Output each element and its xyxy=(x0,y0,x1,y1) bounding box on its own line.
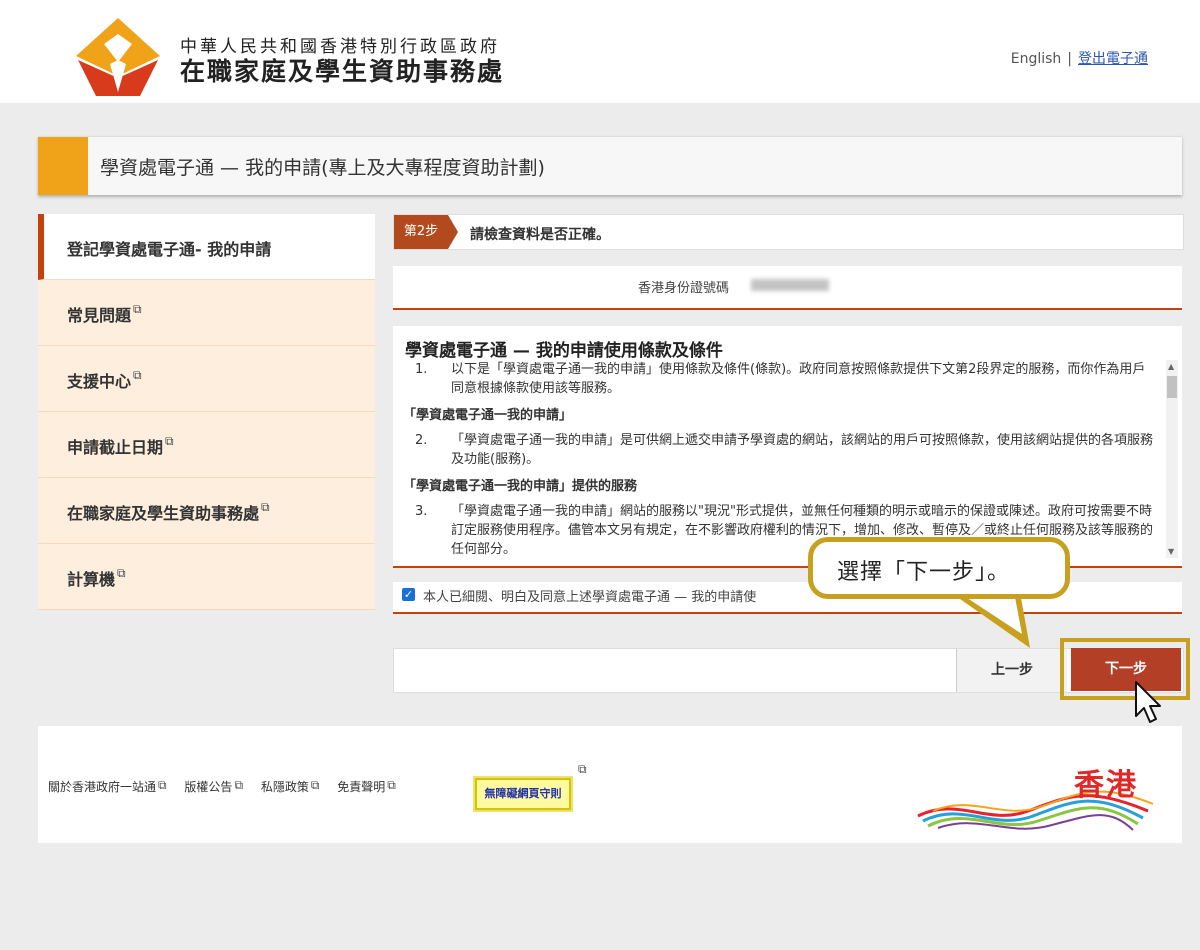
footer-link-privacy[interactable]: 私隱政策 ⧉ xyxy=(260,778,320,794)
external-link-icon: ⧉ xyxy=(310,778,320,792)
scroll-up-icon[interactable]: ▲ xyxy=(1168,362,1174,371)
paragraph-number: 2. xyxy=(415,433,428,448)
sidebar-item-label: 申請截止日期 xyxy=(67,438,164,457)
callout-tail xyxy=(950,592,1030,648)
step-arrow xyxy=(448,215,458,249)
scroll-down-icon[interactable]: ▼ xyxy=(1168,547,1174,556)
sidebar-item-label: 計算機 xyxy=(67,570,116,589)
brand-hong-kong-text: 香港 xyxy=(1074,768,1138,803)
hkid-redacted-value xyxy=(751,279,829,291)
sidebar-item-calculator[interactable]: 計算機 ⧉ xyxy=(38,544,375,610)
external-link-icon: ⧉ xyxy=(117,566,126,580)
top-header: 中華人民共和國香港特別行政區政府 在職家庭及學生資助事務處 English | 登出… xyxy=(0,0,1200,103)
footer: 關於香港政府一站通 ⧉ 版權公告 ⧉ 私隱政策 ⧉ 免責聲明 ⧉ 無障礙網頁守則 ⧉ 香… xyxy=(38,726,1182,843)
footer-link-label: 免責聲明 xyxy=(337,780,386,794)
terms-scroll-area[interactable]: 1. 以下是「學資處電子通一我的申請」使用條款及條件(條款)。政府同意按照條款提… xyxy=(403,360,1158,558)
terms-title: 學資處電子通 — 我的申請使用條款及條件 xyxy=(405,341,723,361)
paragraph-text: 「學資處電子通一我的申請」是可供網上遞交申請予學資處的網站，該網站的用戶可按照條… xyxy=(451,433,1154,467)
sidebar-item-wfsfaa[interactable]: 在職家庭及學生資助事務處 ⧉ xyxy=(38,478,375,544)
callout-text: 選擇「下一步」。 xyxy=(837,560,1011,585)
terms-panel: 學資處電子通 — 我的申請使用條款及條件 1. 以下是「學資處電子通一我的申請」… xyxy=(393,326,1182,568)
sidebar-item-label: 登記學資處電子通- 我的申請 xyxy=(67,240,272,259)
terms-paragraph: 2. 「學資處電子通一我的申請」是可供網上遞交申請予學資處的網站，該網站的用戶可… xyxy=(403,431,1158,469)
prev-step-button[interactable]: 上一步 xyxy=(956,649,1067,692)
sidebar-item-label: 在職家庭及學生資助事務處 xyxy=(67,504,260,523)
scrollbar-thumb[interactable] xyxy=(1167,376,1177,398)
footer-link-label: 版權公告 xyxy=(184,780,233,794)
footer-link-label: 關於香港政府一站通 xyxy=(48,780,157,794)
sidebar-item-register[interactable]: 登記學資處電子通- 我的申請 xyxy=(38,214,375,280)
sidebar-item-deadline[interactable]: 申請截止日期 ⧉ xyxy=(38,412,375,478)
external-link-icon: ⧉ xyxy=(387,778,396,792)
sidebar: 登記學資處電子通- 我的申請 常見問題 ⧉ 支援中心 ⧉ 申請截止日期 ⧉ 在職家庭及… xyxy=(38,214,375,610)
agree-label: 本人已細閱、明白及同意上述學資處電子通 — 我的申請使 xyxy=(423,590,757,605)
sidebar-item-label: 支援中心 xyxy=(67,372,132,391)
step-badge: 第2步 xyxy=(394,215,448,249)
sidebar-item-support[interactable]: 支援中心 ⧉ xyxy=(38,346,375,412)
external-link-icon: ⧉ xyxy=(578,762,587,776)
paragraph-text: 以下是「學資處電子通一我的申請」使用條款及條件(條款)。政府同意按照條款提供下文… xyxy=(451,362,1146,396)
footer-link-label: 私隱政策 xyxy=(260,780,309,794)
sidebar-item-label: 常見問題 xyxy=(67,306,132,325)
terms-subheading: 「學資處電子通一我的申請」提供的服務 xyxy=(403,479,638,494)
english-link[interactable]: English xyxy=(1011,51,1062,67)
top-links: English | 登出電子通 xyxy=(1011,48,1148,68)
wfsfaa-logo-icon xyxy=(76,18,160,96)
footer-link-govhk[interactable]: 關於香港政府一站通 ⧉ xyxy=(48,778,167,794)
next-step-button[interactable]: 下一步 xyxy=(1071,648,1181,691)
org-name: 在職家庭及學生資助事務處 xyxy=(180,57,505,86)
external-link-icon: ⧉ xyxy=(158,778,167,792)
step-indicator: 第2步 請檢查資料是否正確。 xyxy=(393,214,1184,250)
logout-link[interactable]: 登出電子通 xyxy=(1078,51,1148,67)
external-link-icon: ⧉ xyxy=(165,434,174,448)
external-link-icon: ⧉ xyxy=(234,778,244,792)
step-instruction: 請檢查資料是否正確。 xyxy=(470,227,610,243)
paragraph-number: 1. xyxy=(415,362,428,377)
banner-accent xyxy=(38,137,88,195)
hkid-label: 香港身份證號碼 xyxy=(638,281,730,296)
terms-scrollbar[interactable]: ▲ ▼ xyxy=(1166,360,1178,558)
external-link-icon: ⧉ xyxy=(133,368,142,382)
terms-paragraph: 1. 以下是「學資處電子通一我的申請」使用條款及條件(條款)。政府同意按照條款提… xyxy=(403,360,1158,398)
external-link-icon: ⧉ xyxy=(133,302,142,316)
accessibility-badge[interactable]: 無障礙網頁守則 xyxy=(475,778,571,810)
link-separator: | xyxy=(1067,51,1072,67)
footer-links: 關於香港政府一站通 ⧉ 版權公告 ⧉ 私隱政策 ⧉ 免責聲明 ⧉ xyxy=(48,778,410,795)
page-title: 學資處電子通 — 我的申請(專上及大專程度資助計劃) xyxy=(100,157,545,179)
mouse-cursor-icon xyxy=(1135,681,1161,723)
terms-subheading: 「學資處電子通一我的申請」 xyxy=(403,408,573,423)
agree-checkbox[interactable]: ✓ xyxy=(402,588,415,601)
external-link-icon: ⧉ xyxy=(261,500,270,514)
page-banner: 學資處電子通 — 我的申請(專上及大專程度資助計劃) xyxy=(38,136,1182,195)
instruction-callout: 選擇「下一步」。 xyxy=(808,537,1070,599)
footer-link-disclaimer[interactable]: 免責聲明 ⧉ xyxy=(337,778,396,794)
hkid-row: 香港身份證號碼 xyxy=(393,266,1182,310)
sidebar-item-faq[interactable]: 常見問題 ⧉ xyxy=(38,280,375,346)
brand-hong-kong-logo: 香港 xyxy=(908,756,1158,836)
paragraph-number: 3. xyxy=(415,504,428,519)
footer-link-copyright[interactable]: 版權公告 ⧉ xyxy=(184,778,244,794)
